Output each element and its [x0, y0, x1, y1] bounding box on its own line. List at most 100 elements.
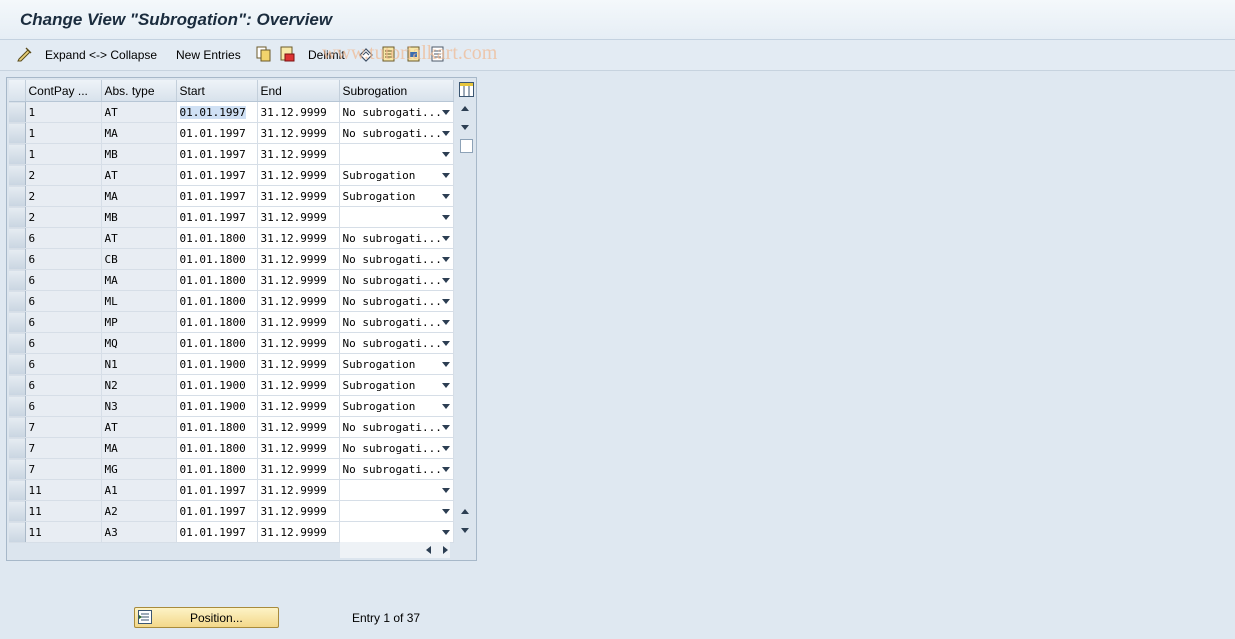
- cell-end-date[interactable]: 31.12.9999: [257, 248, 340, 270]
- row-selector[interactable]: [9, 332, 26, 354]
- select-all-header[interactable]: [9, 80, 26, 102]
- cell-abs-type[interactable]: MG: [101, 458, 177, 480]
- column-header-contpay[interactable]: ContPay ...: [25, 80, 102, 102]
- undo-change-icon[interactable]: [358, 46, 374, 62]
- column-header-abs-type[interactable]: Abs. type: [101, 80, 177, 102]
- cell-end-date[interactable]: 31.12.9999: [257, 458, 340, 480]
- cell-abs-type[interactable]: ML: [101, 290, 177, 312]
- table-settings-icon[interactable]: [459, 82, 474, 97]
- cell-start-date[interactable]: 01.01.1997: [176, 122, 258, 144]
- dropdown-arrow-icon[interactable]: [441, 172, 450, 178]
- expand-collapse-button[interactable]: Expand <-> Collapse: [45, 40, 157, 70]
- cell-end-date[interactable]: 31.12.9999: [257, 479, 340, 501]
- dropdown-arrow-icon[interactable]: [441, 529, 450, 535]
- row-selector[interactable]: [9, 122, 26, 144]
- subrogation-dropdown[interactable]: Subrogation: [339, 395, 454, 417]
- cell-contpay[interactable]: 6: [25, 353, 102, 375]
- subrogation-dropdown[interactable]: No subrogati...: [339, 311, 454, 333]
- dropdown-arrow-icon[interactable]: [441, 235, 450, 241]
- cell-end-date[interactable]: 31.12.9999: [257, 269, 340, 291]
- scroll-page-up-icon[interactable]: [461, 509, 469, 514]
- cell-abs-type[interactable]: MB: [101, 206, 177, 228]
- cell-contpay[interactable]: 6: [25, 269, 102, 291]
- subrogation-dropdown[interactable]: Subrogation: [339, 185, 454, 207]
- cell-start-date[interactable]: 01.01.1997: [176, 521, 258, 543]
- row-selector[interactable]: [9, 248, 26, 270]
- deselect-all-icon[interactable]: [430, 46, 446, 62]
- subrogation-dropdown[interactable]: [339, 143, 454, 165]
- dropdown-arrow-icon[interactable]: [441, 319, 450, 325]
- row-selector[interactable]: [9, 500, 26, 522]
- cell-abs-type[interactable]: AT: [101, 227, 177, 249]
- row-selector[interactable]: [9, 290, 26, 312]
- subrogation-dropdown[interactable]: No subrogati...: [339, 122, 454, 144]
- dropdown-arrow-icon[interactable]: [441, 130, 450, 136]
- cell-contpay[interactable]: 7: [25, 458, 102, 480]
- row-selector[interactable]: [9, 185, 26, 207]
- row-selector[interactable]: [9, 437, 26, 459]
- subrogation-dropdown[interactable]: No subrogati...: [339, 248, 454, 270]
- cell-contpay[interactable]: 6: [25, 332, 102, 354]
- cell-start-date[interactable]: 01.01.1900: [176, 395, 258, 417]
- dropdown-arrow-icon[interactable]: [441, 445, 450, 451]
- dropdown-arrow-icon[interactable]: [441, 361, 450, 367]
- cell-abs-type[interactable]: MA: [101, 437, 177, 459]
- cell-start-date[interactable]: 01.01.1800: [176, 332, 258, 354]
- column-header-start[interactable]: Start: [176, 80, 258, 102]
- cell-abs-type[interactable]: MA: [101, 185, 177, 207]
- vertical-scrollbar[interactable]: [457, 101, 475, 539]
- cell-abs-type[interactable]: AT: [101, 416, 177, 438]
- cell-contpay[interactable]: 2: [25, 185, 102, 207]
- cell-start-date[interactable]: 01.01.1900: [176, 353, 258, 375]
- scroll-left-icon[interactable]: [426, 546, 431, 554]
- row-selector[interactable]: [9, 353, 26, 375]
- cell-abs-type[interactable]: AT: [101, 164, 177, 186]
- cell-end-date[interactable]: 31.12.9999: [257, 311, 340, 333]
- subrogation-dropdown[interactable]: Subrogation: [339, 164, 454, 186]
- dropdown-arrow-icon[interactable]: [441, 298, 450, 304]
- delimit-button[interactable]: Delimit: [308, 40, 345, 70]
- cell-contpay[interactable]: 11: [25, 521, 102, 543]
- cell-end-date[interactable]: 31.12.9999: [257, 521, 340, 543]
- scroll-thumb[interactable]: [460, 139, 473, 153]
- dropdown-arrow-icon[interactable]: [441, 151, 450, 157]
- cell-start-date[interactable]: 01.01.1997: [176, 101, 258, 123]
- cell-abs-type[interactable]: N3: [101, 395, 177, 417]
- cell-contpay[interactable]: 6: [25, 227, 102, 249]
- cell-contpay[interactable]: 11: [25, 500, 102, 522]
- copy-as-icon[interactable]: [256, 46, 272, 62]
- subrogation-dropdown[interactable]: No subrogati...: [339, 332, 454, 354]
- select-all-icon[interactable]: [381, 46, 397, 62]
- subrogation-dropdown[interactable]: No subrogati...: [339, 437, 454, 459]
- row-selector[interactable]: [9, 143, 26, 165]
- subrogation-dropdown[interactable]: [339, 206, 454, 228]
- subrogation-dropdown[interactable]: [339, 521, 454, 543]
- cell-contpay[interactable]: 1: [25, 122, 102, 144]
- cell-contpay[interactable]: 6: [25, 248, 102, 270]
- cell-end-date[interactable]: 31.12.9999: [257, 227, 340, 249]
- cell-end-date[interactable]: 31.12.9999: [257, 332, 340, 354]
- cell-contpay[interactable]: 1: [25, 143, 102, 165]
- cell-end-date[interactable]: 31.12.9999: [257, 500, 340, 522]
- cell-abs-type[interactable]: AT: [101, 101, 177, 123]
- cell-contpay[interactable]: 6: [25, 311, 102, 333]
- dropdown-arrow-icon[interactable]: [441, 214, 450, 220]
- row-selector[interactable]: [9, 227, 26, 249]
- dropdown-arrow-icon[interactable]: [441, 424, 450, 430]
- cell-end-date[interactable]: 31.12.9999: [257, 143, 340, 165]
- subrogation-dropdown[interactable]: Subrogation: [339, 353, 454, 375]
- dropdown-arrow-icon[interactable]: [441, 340, 450, 346]
- row-selector[interactable]: [9, 458, 26, 480]
- dropdown-arrow-icon[interactable]: [441, 382, 450, 388]
- cell-contpay[interactable]: 6: [25, 290, 102, 312]
- row-selector[interactable]: [9, 479, 26, 501]
- cell-end-date[interactable]: 31.12.9999: [257, 437, 340, 459]
- cell-start-date[interactable]: 01.01.1900: [176, 374, 258, 396]
- cell-abs-type[interactable]: N2: [101, 374, 177, 396]
- cell-start-date[interactable]: 01.01.1800: [176, 248, 258, 270]
- cell-abs-type[interactable]: A3: [101, 521, 177, 543]
- dropdown-arrow-icon[interactable]: [441, 109, 450, 115]
- dropdown-arrow-icon[interactable]: [441, 403, 450, 409]
- subrogation-dropdown[interactable]: No subrogati...: [339, 458, 454, 480]
- cell-end-date[interactable]: 31.12.9999: [257, 395, 340, 417]
